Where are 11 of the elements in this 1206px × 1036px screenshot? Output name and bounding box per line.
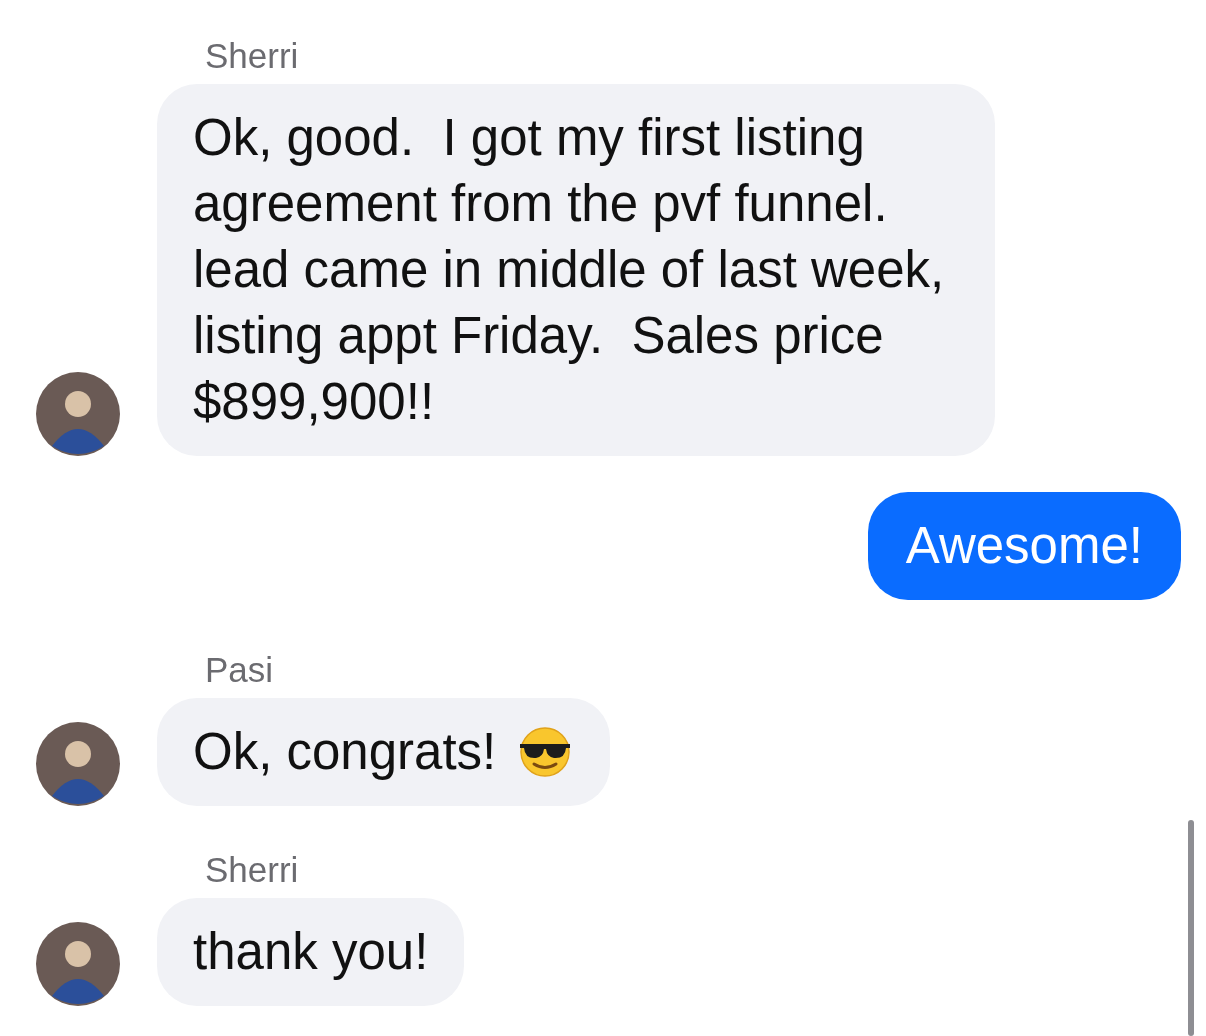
- avatar-icon[interactable]: [36, 922, 120, 1006]
- avatar-icon[interactable]: [36, 372, 120, 456]
- message-bubble: Ok, congrats!: [157, 698, 611, 806]
- message-bubble: Ok, good. I got my first listing agreement from the pvf funnel. lead came in middle of last week, listing appt Friday. Sales price $899,900!!: [157, 84, 995, 456]
- sender-name: Pasi: [205, 650, 275, 690]
- message-bubble: thank you!: [157, 898, 465, 1006]
- sender-name: Sherri: [205, 36, 300, 76]
- sender-name: Sherri: [205, 850, 300, 890]
- avatar-icon[interactable]: [36, 722, 120, 806]
- scrollbar[interactable]: [1188, 820, 1194, 1036]
- message-bubble: Awesome!: [867, 492, 1181, 600]
